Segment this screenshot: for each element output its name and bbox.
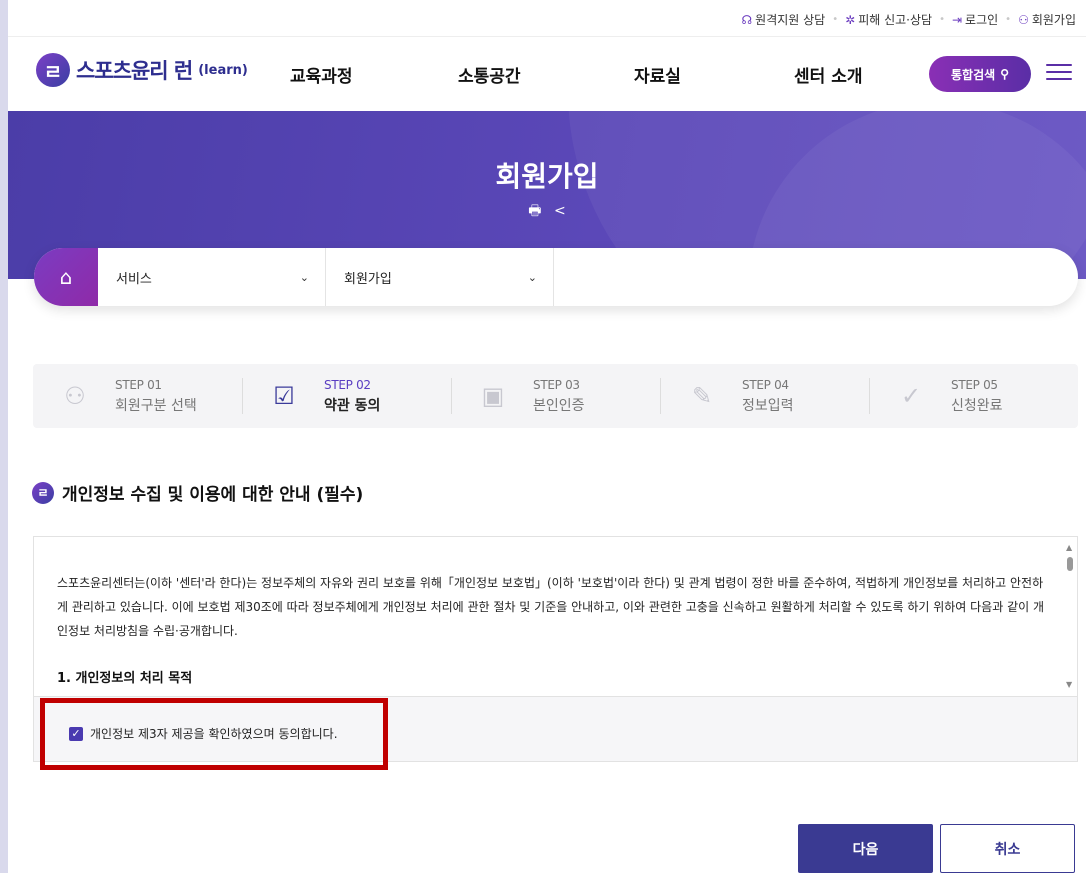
cancel-button[interactable]: 취소 — [940, 824, 1075, 873]
logo-mark-icon: ㄹ — [32, 481, 54, 504]
page-frame: ☊ 원격지원 상담 • ✲ 피해 신고·상담 • ⇥ 로그인 • ⚇ 회원가입 … — [8, 0, 1086, 873]
chevron-down-icon: ⌄ — [299, 270, 309, 284]
banner-tools: 🖶 < — [8, 200, 1086, 224]
hamburger-menu-icon[interactable] — [1046, 60, 1072, 86]
step-num: STEP 01 — [115, 377, 162, 392]
step-02: ☑ STEP 02 약관 동의 — [242, 364, 451, 428]
logo-name: 스포츠윤리 런 — [76, 59, 193, 83]
nav-item-about[interactable]: 센터 소개 — [794, 62, 862, 87]
login-label: 로그인 — [965, 13, 999, 27]
agree-panel: ✓ 개인정보 제3자 제공을 확인하였으며 동의합니다. — [33, 696, 1078, 762]
print-icon[interactable]: 🖶 — [528, 203, 541, 219]
step-label: 약관 동의 — [324, 397, 381, 414]
next-button[interactable]: 다음 — [798, 824, 933, 873]
nav-item-library[interactable]: 자료실 — [634, 62, 681, 87]
step-label: 본인인증 — [533, 397, 585, 414]
pencil-icon: ✎ — [691, 382, 713, 410]
logo-mark-icon: ㄹ — [36, 53, 70, 87]
step-num: STEP 04 — [742, 377, 789, 392]
step-label: 정보입력 — [742, 397, 794, 414]
search-label: 통합검색 — [951, 67, 996, 82]
page-title: 회원가입 — [495, 160, 599, 193]
breadcrumb: ⌂ 서비스 ⌄ 회원가입 ⌄ — [34, 248, 1078, 306]
step-label: 회원구분 선택 — [115, 397, 197, 414]
logo-sub: (learn) — [198, 62, 248, 78]
section-title-text: 개인정보 수집 및 이용에 대한 안내 (필수) — [62, 485, 364, 505]
headset-icon: ☊ — [741, 12, 753, 27]
step-05: ✓ STEP 05 신청완료 — [869, 364, 1078, 428]
report-link[interactable]: ✲ 피해 신고·상담 — [845, 11, 932, 28]
breadcrumb-level2: 회원가입 — [344, 271, 392, 287]
user-icon: ⚇ — [1018, 12, 1029, 27]
step-04: ✎ STEP 04 정보입력 — [660, 364, 869, 428]
terms-scrollbar[interactable]: ▲ ▼ — [1063, 537, 1077, 696]
separator-dot: • — [832, 14, 839, 25]
breadcrumb-select-page[interactable]: 회원가입 ⌄ — [326, 248, 554, 306]
step-num: STEP 03 — [533, 377, 580, 392]
agree-checkbox-row[interactable]: ✓ 개인정보 제3자 제공을 확인하였으며 동의합니다. — [69, 725, 338, 742]
step-label: 신청완료 — [951, 397, 1003, 414]
terms-body: 스포츠윤리센터는(이하 '센터'라 한다)는 정보주체의 자유와 권리 보호를 … — [57, 576, 1045, 638]
agree-label: 개인정보 제3자 제공을 확인하였으며 동의합니다. — [90, 727, 338, 741]
signup-link[interactable]: ⚇ 회원가입 — [1018, 11, 1076, 28]
step-num: STEP 05 — [951, 377, 998, 392]
agree-checkbox[interactable]: ✓ — [69, 726, 83, 741]
step-num: STEP 02 — [324, 377, 371, 392]
chevron-down-icon: ⌄ — [527, 270, 537, 284]
alert-icon: ✲ — [845, 12, 856, 27]
nav-item-community[interactable]: 소통공간 — [458, 62, 521, 87]
login-icon: ⇥ — [951, 12, 963, 27]
signup-label: 회원가입 — [1031, 13, 1076, 27]
terms-scroll-box[interactable]: 스포츠윤리센터는(이하 '센터'라 한다)는 정보주체의 자유와 권리 보호를 … — [33, 536, 1078, 696]
user-check-icon: ✓ — [900, 382, 922, 410]
remote-support-label: 원격지원 상담 — [755, 13, 826, 27]
step-03: ▣ STEP 03 본인인증 — [451, 364, 660, 428]
separator-dot: • — [939, 14, 945, 25]
share-icon[interactable]: < — [554, 203, 566, 219]
utility-bar: ☊ 원격지원 상담 • ✲ 피해 신고·상담 • ⇥ 로그인 • ⚇ 회원가입 — [8, 0, 1086, 37]
clipboard-check-icon: ☑ — [273, 382, 295, 410]
utility-links: ☊ 원격지원 상담 • ✲ 피해 신고·상담 • ⇥ 로그인 • ⚇ 회원가입 — [741, 11, 1076, 28]
separator-dot: • — [1005, 14, 1012, 25]
login-link[interactable]: ⇥ 로그인 — [952, 11, 998, 28]
search-icon: ⚲ — [1000, 67, 1009, 81]
home-icon[interactable]: ⌂ — [34, 248, 98, 306]
site-header: ㄹ 스포츠윤리 런 (learn) 교육과정 소통공간 자료실 센터 소개 통합… — [8, 38, 1086, 111]
terms-heading: 1. 개인정보의 처리 목적 — [57, 671, 193, 686]
scroll-down-icon[interactable]: ▼ — [1066, 680, 1072, 689]
id-card-icon: ▣ — [481, 382, 505, 410]
scroll-thumb[interactable] — [1067, 557, 1073, 571]
nav-item-courses[interactable]: 교육과정 — [290, 62, 353, 87]
section-title: ㄹ 개인정보 수집 및 이용에 대한 안내 (필수) — [32, 480, 363, 505]
breadcrumb-level1: 서비스 — [116, 271, 152, 287]
member-group-icon: ⚇ — [64, 382, 86, 410]
site-logo[interactable]: ㄹ 스포츠윤리 런 (learn) — [36, 53, 248, 87]
report-label: 피해 신고·상담 — [858, 13, 933, 27]
step-01: ⚇ STEP 01 회원구분 선택 — [33, 364, 242, 428]
integrated-search-button[interactable]: 통합검색 ⚲ — [929, 56, 1031, 92]
remote-support-link[interactable]: ☊ 원격지원 상담 — [741, 11, 825, 28]
breadcrumb-select-service[interactable]: 서비스 ⌄ — [98, 248, 326, 306]
scroll-up-icon[interactable]: ▲ — [1066, 543, 1072, 552]
signup-steps: ⚇ STEP 01 회원구분 선택 ☑ STEP 02 약관 동의 ▣ STEP… — [33, 364, 1078, 428]
